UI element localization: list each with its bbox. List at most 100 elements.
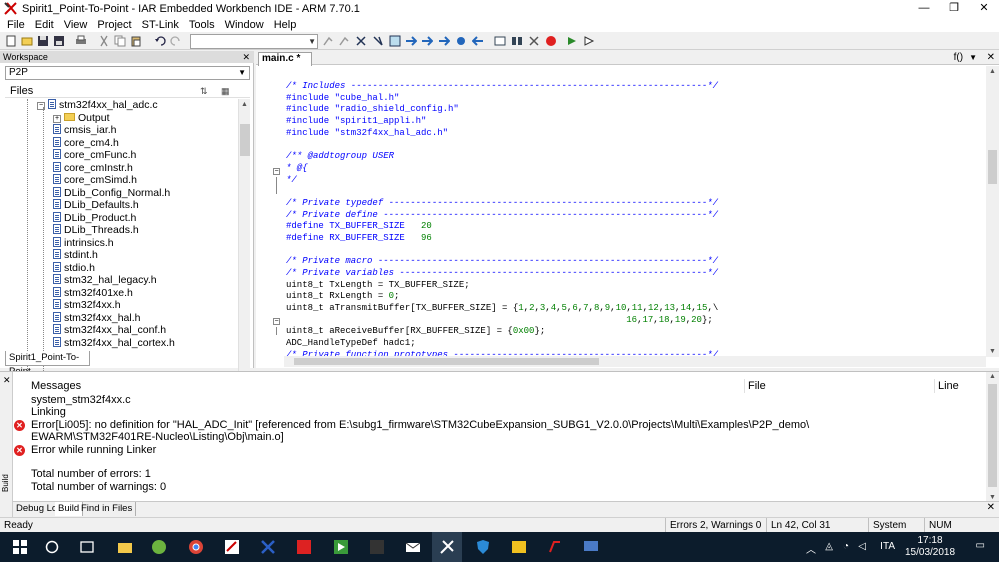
editor-horizontal-scrollbar[interactable] <box>284 356 986 367</box>
close-icon[interactable]: ✕ <box>987 502 995 513</box>
error-message-row[interactable]: Error[Li005]: no definition for "HAL_ADC… <box>31 419 809 432</box>
monitor-app-icon[interactable] <box>583 539 599 555</box>
new-file-icon[interactable] <box>5 35 17 47</box>
column-messages[interactable]: Messages <box>28 379 81 393</box>
save-icon[interactable] <box>37 35 49 47</box>
scrollbar-thumb[interactable] <box>988 384 997 487</box>
make-icon[interactable] <box>511 35 523 47</box>
tree-file-item[interactable]: stdio.h <box>53 261 95 275</box>
menu-project[interactable]: Project <box>92 19 136 31</box>
save-all-icon[interactable] <box>53 35 65 47</box>
debug-without-download-icon[interactable] <box>583 35 595 47</box>
menu-edit[interactable]: Edit <box>30 19 59 31</box>
message-row[interactable]: Linking <box>31 406 66 419</box>
tab-find-in-files[interactable]: Find in Files <box>78 502 137 516</box>
tree-file-item[interactable]: stm32f4xx_hal.h <box>53 311 140 325</box>
tree-file-item[interactable]: core_cm4.h <box>53 136 119 150</box>
editor-gutter[interactable]: − − <box>256 66 284 356</box>
iar-taskbar-icon[interactable] <box>439 539 455 555</box>
close-window-button[interactable]: ✕ <box>969 0 999 17</box>
next-bookmark-icon[interactable] <box>405 35 417 47</box>
navigate-back-icon[interactable] <box>472 35 484 47</box>
maximize-button[interactable]: ❐ <box>939 0 969 17</box>
breakpoint-icon[interactable] <box>545 35 557 47</box>
tree-file-item[interactable]: stm32f4xx_hal_conf.h <box>53 324 166 337</box>
toggle-breakpoint-icon[interactable] <box>455 35 467 47</box>
tree-file-item[interactable]: stm32f4xx_hal_cortex.h <box>53 336 175 350</box>
scrollbar-thumb[interactable] <box>988 150 997 184</box>
tree-file-item[interactable]: DLib_Threads.h <box>53 224 139 237</box>
tree-file-item[interactable]: core_cmSimd.h <box>53 174 137 187</box>
tree-file-item[interactable]: stm32f4xx.h <box>53 299 121 312</box>
fold-collapse-icon[interactable]: − <box>273 318 280 325</box>
st-app-icon[interactable] <box>224 539 240 555</box>
tree-file-item[interactable]: core_cmInstr.h <box>53 161 133 175</box>
sort-icon[interactable]: ⇅ <box>200 86 208 97</box>
message-row[interactable]: EWARM\STM32F401RE-Nucleo\Listing\Obj\mai… <box>31 431 284 444</box>
bookmark-icon[interactable] <box>389 35 401 47</box>
camtasia-icon[interactable] <box>333 539 349 555</box>
fold-collapse-icon[interactable]: − <box>273 168 280 175</box>
message-row[interactable]: Total number of warnings: 0 <box>31 481 166 494</box>
chrome-icon[interactable] <box>188 539 204 555</box>
solidworks-icon[interactable] <box>296 539 312 555</box>
menu-help[interactable]: Help <box>269 19 302 31</box>
language-indicator[interactable]: ITA <box>880 541 895 552</box>
tree-file-item[interactable]: DLib_Product.h <box>53 211 136 225</box>
close-icon[interactable]: ✕ <box>987 51 995 65</box>
cut-icon[interactable] <box>98 35 110 47</box>
tree-folder-item[interactable]: + Output <box>53 112 110 125</box>
column-file[interactable]: File <box>744 379 766 393</box>
tree-file-item[interactable]: DLib_Config_Normal.h <box>53 186 170 200</box>
file-explorer-icon[interactable] <box>117 539 133 555</box>
scroll-up-icon[interactable]: ▲ <box>241 101 248 108</box>
error-message-row[interactable]: Error while running Linker <box>31 444 156 457</box>
column-line[interactable]: Line <box>934 379 959 393</box>
utorrent-icon[interactable] <box>151 539 167 555</box>
tree-file-item[interactable]: stdint.h <box>53 249 98 262</box>
tab-main-c[interactable]: main.c * <box>258 52 312 66</box>
configuration-select[interactable]: P2P ▼ <box>5 66 250 80</box>
scroll-up-icon[interactable]: ▲ <box>989 68 996 75</box>
minimize-button[interactable]: — <box>909 0 939 17</box>
tree-file-item[interactable]: DLib_Defaults.h <box>53 199 139 212</box>
workspace-scrollbar[interactable]: ▲ ▼ <box>238 99 250 398</box>
messages-scrollbar[interactable]: ▲ ▼ <box>986 372 999 502</box>
scrollbar-thumb[interactable] <box>240 124 250 156</box>
menu-view[interactable]: View <box>59 19 93 31</box>
columns-icon[interactable]: ▦ <box>221 86 230 97</box>
wifi-icon[interactable]: ◔ <box>843 541 849 552</box>
scroll-down-icon[interactable]: ▼ <box>989 494 996 501</box>
expand-icon[interactable]: + <box>53 114 61 123</box>
message-row[interactable]: Total number of errors: 1 <box>31 468 151 481</box>
notifications-icon[interactable]: ▭ <box>976 540 985 551</box>
tray-clock[interactable]: 17:18 15/03/2018 <box>905 535 955 559</box>
search-icon[interactable] <box>44 539 60 555</box>
menu-st-link[interactable]: ST-Link <box>137 19 184 31</box>
scroll-up-icon[interactable]: ▲ <box>989 373 996 380</box>
undo-icon[interactable] <box>154 35 166 47</box>
solidworks-tool-icon[interactable] <box>260 539 276 555</box>
compile-icon[interactable] <box>494 35 506 47</box>
security-shield-icon[interactable] <box>475 539 491 555</box>
menu-tools[interactable]: Tools <box>184 19 220 31</box>
find-next-icon[interactable] <box>322 35 334 47</box>
find-combo[interactable]: ▼ <box>190 34 318 49</box>
tree-file-item[interactable]: intrinsics.h <box>53 236 114 250</box>
find-prev-icon[interactable] <box>338 35 350 47</box>
tree-file-item[interactable]: − stm32f4xx_hal_adc.c <box>37 99 158 112</box>
copy-icon[interactable] <box>114 35 126 47</box>
scroll-down-icon[interactable]: ▼ <box>989 348 996 355</box>
task-view-icon[interactable] <box>79 539 95 555</box>
app-icon[interactable] <box>369 539 385 555</box>
redo-icon[interactable] <box>170 35 182 47</box>
chevron-up-icon[interactable]: ︿ <box>806 541 816 556</box>
paste-icon[interactable] <box>130 35 142 47</box>
mail-icon[interactable] <box>405 539 421 555</box>
menu-file[interactable]: File <box>2 19 30 31</box>
download-and-debug-icon[interactable] <box>566 35 578 47</box>
print-icon[interactable] <box>75 35 87 47</box>
video-app-icon[interactable] <box>511 539 527 555</box>
close-icon[interactable]: ✕ <box>242 51 250 63</box>
navigate-forward-icon[interactable] <box>438 35 450 47</box>
